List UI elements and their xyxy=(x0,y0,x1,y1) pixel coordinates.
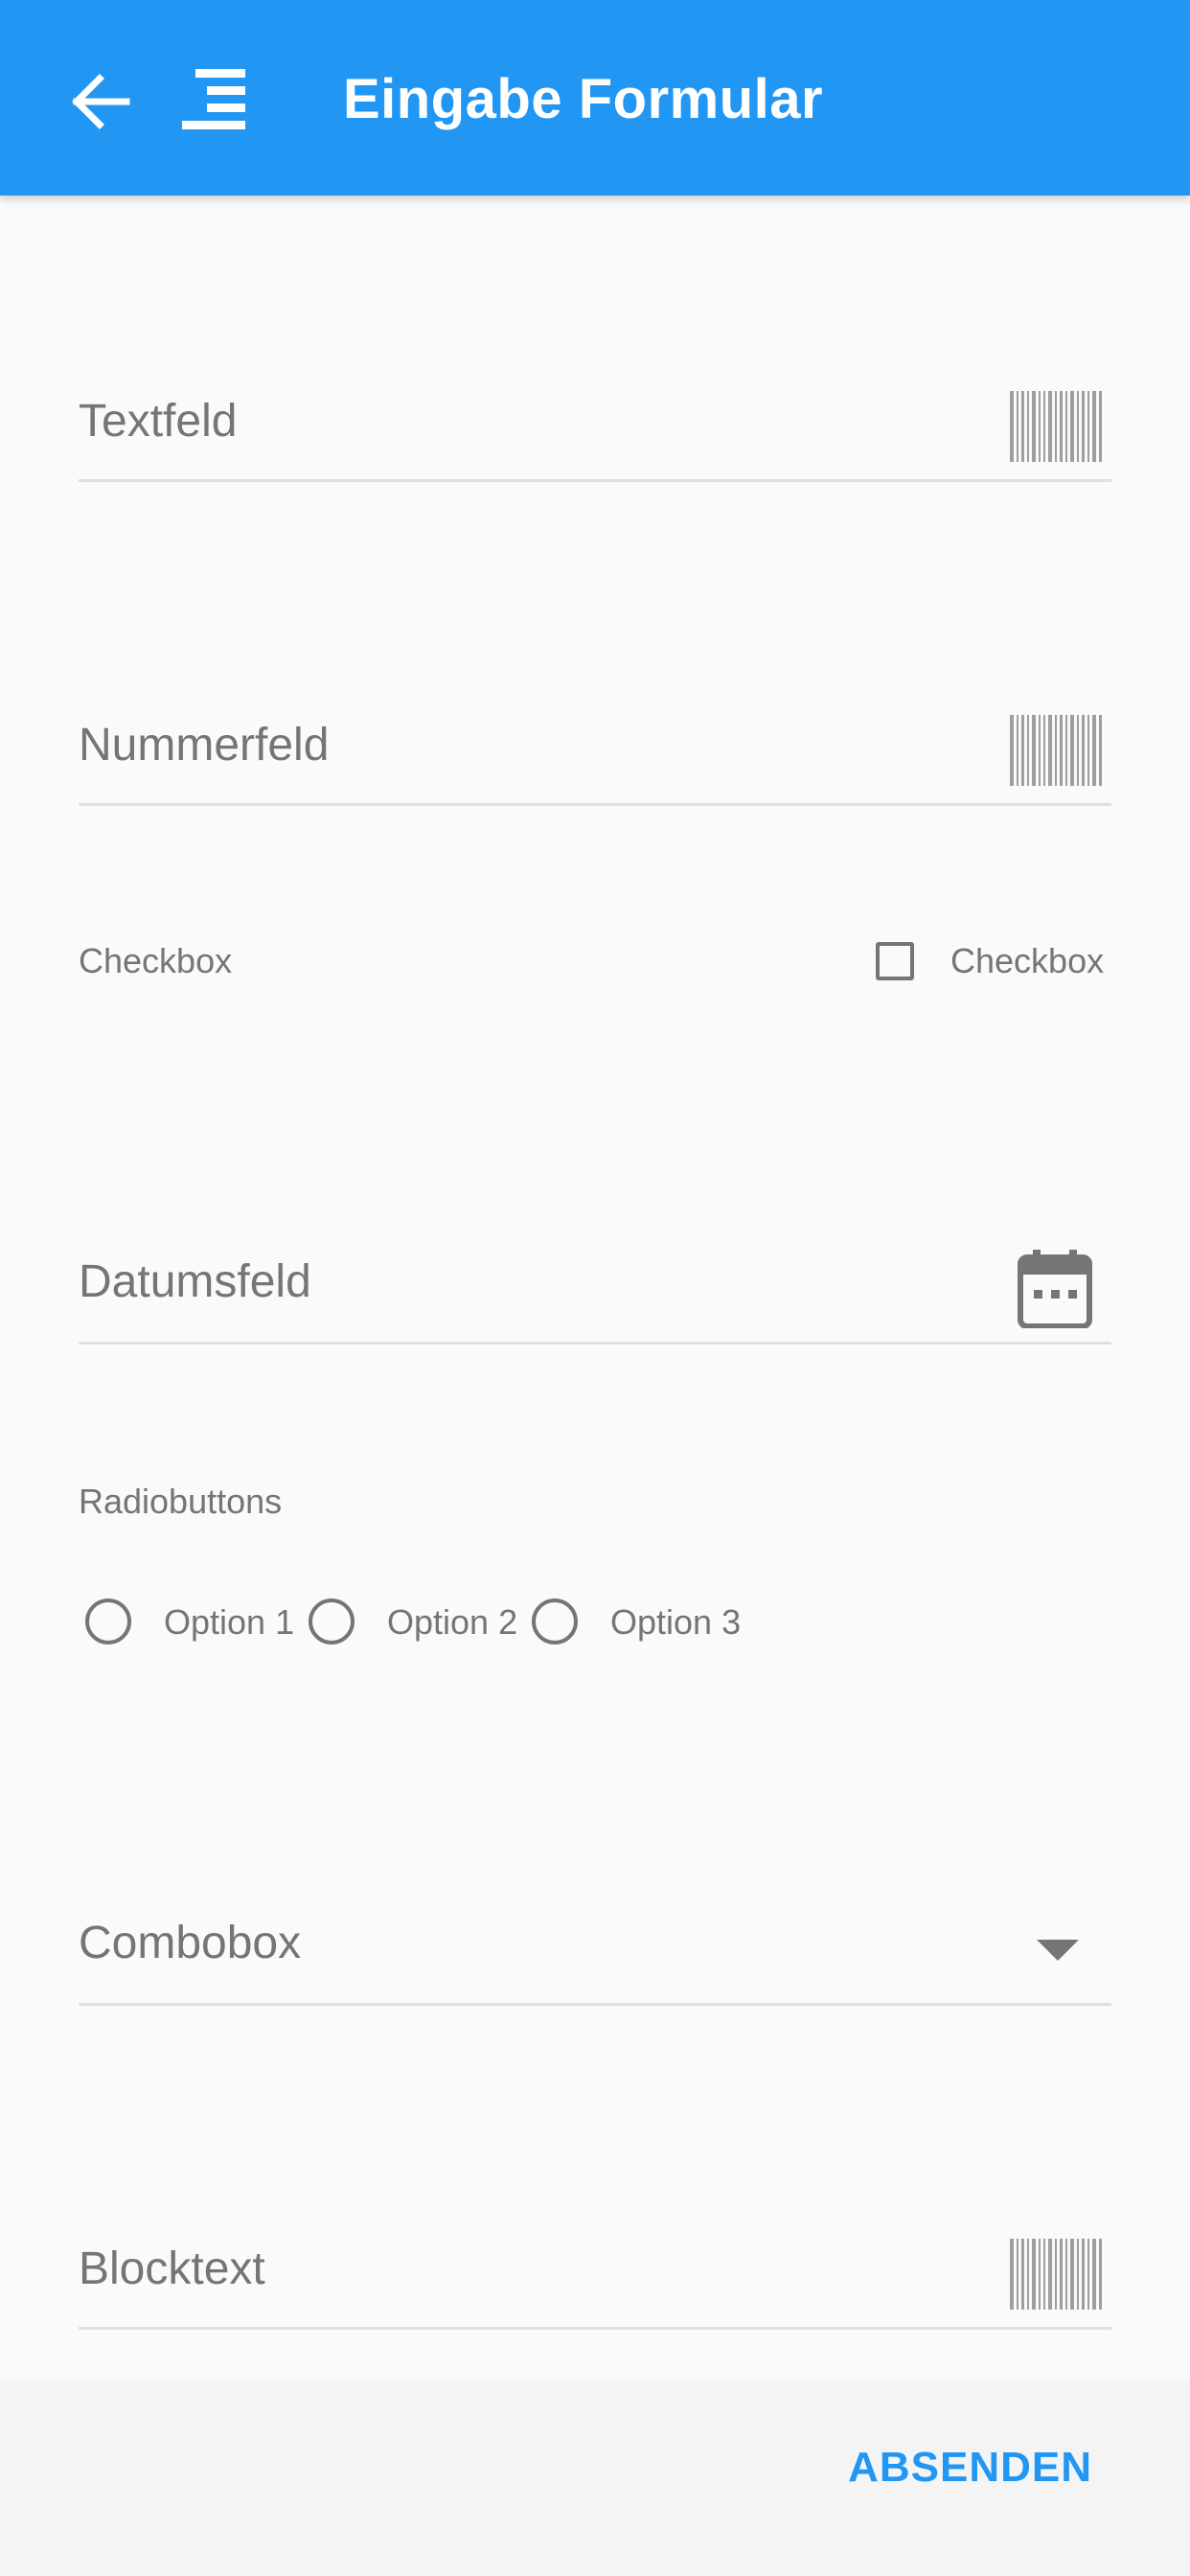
radio-option-2-label[interactable]: Option 2 xyxy=(387,1602,517,1643)
text-field[interactable]: Textfeld xyxy=(79,374,1111,489)
radio-option-3-label[interactable]: Option 3 xyxy=(610,1602,741,1643)
date-field-label: Datumsfeld xyxy=(79,1256,311,1307)
radio-option-1[interactable] xyxy=(85,1598,131,1644)
date-field-underline xyxy=(79,1342,1111,1345)
align-right-icon[interactable] xyxy=(178,65,247,134)
combobox-label: Combobox xyxy=(79,1918,302,1968)
checkbox[interactable] xyxy=(876,942,914,980)
date-field[interactable]: Datumsfeld xyxy=(79,1234,1111,1349)
number-field-label: Nummerfeld xyxy=(79,720,330,770)
app-bar: Eingabe Formular xyxy=(0,0,1190,196)
blocktext-field-underline xyxy=(79,2327,1111,2330)
dropdown-arrow-icon[interactable] xyxy=(1037,1940,1079,1967)
calendar-icon[interactable] xyxy=(1018,1250,1092,1333)
combobox[interactable]: Combobox xyxy=(79,1896,1111,2011)
barcode-icon[interactable] xyxy=(1010,391,1104,467)
blocktext-field[interactable]: Blocktext xyxy=(79,2221,1111,2336)
barcode-icon[interactable] xyxy=(1010,2239,1104,2314)
radio-section-label: Radiobuttons xyxy=(79,1482,283,1521)
radio-option-2[interactable] xyxy=(309,1598,355,1644)
number-field-underline xyxy=(79,803,1111,806)
page-title: Eingabe Formular xyxy=(343,68,824,130)
checkbox-section-label: Checkbox xyxy=(79,941,233,980)
arrow-left-icon[interactable] xyxy=(67,67,136,136)
text-field-underline xyxy=(79,479,1111,482)
radio-option-1-label[interactable]: Option 1 xyxy=(164,1602,294,1643)
footer-bar: ABSENDEN xyxy=(0,2380,1190,2576)
number-field[interactable]: Nummerfeld xyxy=(79,698,1111,813)
text-field-label: Textfeld xyxy=(79,396,238,447)
submit-button[interactable]: ABSENDEN xyxy=(848,2444,1092,2492)
blocktext-field-label: Blocktext xyxy=(79,2243,265,2294)
radio-option-3[interactable] xyxy=(532,1598,578,1644)
barcode-icon[interactable] xyxy=(1010,715,1104,791)
checkbox-option-label[interactable]: Checkbox xyxy=(950,941,1104,981)
combobox-underline xyxy=(79,2003,1111,2006)
